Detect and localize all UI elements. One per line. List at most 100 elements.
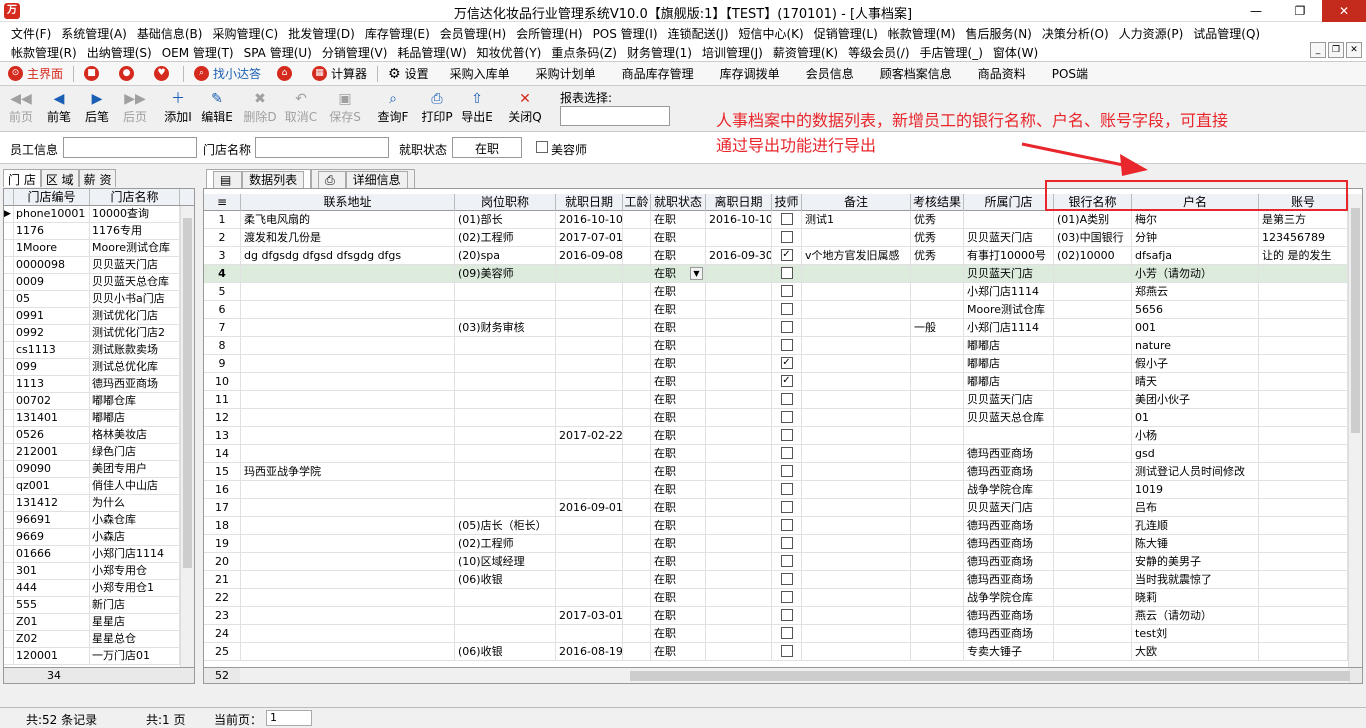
menu-item[interactable]: 连锁配送(J) (663, 23, 734, 42)
table-row[interactable]: 18 (05)店长（柜长） 在职 德玛西亚商场 孔连顺 (204, 517, 1348, 535)
employee-info-input[interactable] (63, 137, 197, 158)
technician-checkbox[interactable] (780, 519, 793, 531)
menu-item[interactable]: 帐款管理(M) (883, 23, 961, 42)
table-row[interactable]: 1 柔飞电风扇的 (01)部长 2016-10-10 在职 2016-10-10 测试1 优秀… (204, 211, 1348, 229)
table-row[interactable]: 01666 小郑门店1114 (4, 546, 194, 563)
technician-cell[interactable] (772, 535, 802, 553)
menu-item[interactable]: SPA 管理(U) (239, 42, 317, 61)
grid-horizontal-scrollbar[interactable] (240, 668, 1350, 683)
technician-checkbox[interactable] (780, 555, 793, 567)
menu-item[interactable]: 出纳管理(S) (82, 42, 157, 61)
technician-checkbox[interactable]: ✓ (780, 249, 793, 261)
table-row[interactable]: 3 dg dfgsdg dfgsd dfsgdg dfgs (20)spa 2016-… (204, 247, 1348, 265)
table-row[interactable]: 0009 贝贝蓝天总仓库 (4, 274, 194, 291)
store-list-scrollbar[interactable] (180, 206, 194, 667)
technician-checkbox[interactable] (780, 303, 793, 315)
table-row[interactable]: 8 在职 嘟嘟店 nature (204, 337, 1348, 355)
toolbar-button[interactable]: ⇧ 导出E (458, 90, 496, 130)
quick-item[interactable]: 会员信息 (793, 63, 867, 85)
table-row[interactable]: 00702 嘟嘟仓库 (4, 393, 194, 410)
grid-header-title[interactable]: 岗位职称 (455, 194, 556, 211)
table-row[interactable]: cs1113 测试账款卖场 (4, 342, 194, 359)
technician-checkbox[interactable]: ✓ (780, 375, 793, 387)
menu-item[interactable]: 采购管理(C) (207, 23, 283, 42)
technician-cell[interactable] (772, 553, 802, 571)
current-page-input[interactable]: 1 (266, 710, 312, 726)
toolbar-button[interactable]: ▣ 保存S (326, 90, 364, 130)
menu-item[interactable]: 试品管理(Q) (1188, 23, 1265, 42)
technician-checkbox[interactable] (780, 267, 793, 279)
toolbar-button[interactable]: ↶ 取消C (282, 90, 320, 130)
table-row[interactable]: 14 在职 德玛西亚商场 gsd (204, 445, 1348, 463)
technician-checkbox[interactable] (780, 627, 793, 639)
table-row[interactable]: 09090 美团专用户 (4, 461, 194, 478)
menu-item[interactable]: 批发管理(D) (283, 23, 360, 42)
table-row[interactable]: 17 2016-09-01 在职 贝贝蓝天门店 吕布 (204, 499, 1348, 517)
tab-store[interactable]: 门 店 (3, 169, 41, 187)
tab-salary[interactable]: 薪 资 (78, 169, 117, 187)
table-row[interactable]: 25 (06)收银 2016-08-19 在职 专卖大锤子 大欧 (204, 643, 1348, 661)
table-row[interactable]: 19 (02)工程师 在职 德玛西亚商场 陈大锤 (204, 535, 1348, 553)
grid-header-status[interactable]: 就职状态 (651, 194, 706, 211)
toolbar-button[interactable]: ⎙ 打印P (418, 90, 456, 130)
table-row[interactable]: 5 在职 小郑门店1114 郑燕云 (204, 283, 1348, 301)
technician-cell[interactable] (772, 589, 802, 607)
table-row[interactable]: 9669 小森店 (4, 529, 194, 546)
table-row[interactable]: Z01 星星店 (4, 614, 194, 631)
menu-item[interactable]: 等级会员(/) (843, 42, 914, 61)
table-row[interactable]: ▶ phone10001 10000查询 (4, 206, 194, 223)
table-row[interactable]: 212001 绿色门店 (4, 444, 194, 461)
grid-header-store[interactable]: 所属门店 (964, 194, 1054, 211)
home-button[interactable]: ⊙ 主界面 (0, 63, 71, 85)
technician-cell[interactable] (772, 517, 802, 535)
table-row[interactable]: 1176 1176专用 (4, 223, 194, 240)
store-name-header[interactable]: 门店名称 (90, 189, 180, 205)
toolbar-button[interactable]: ✎ 编辑E (198, 90, 236, 130)
technician-cell[interactable] (772, 625, 802, 643)
menu-item[interactable]: 库存管理(E) (360, 23, 435, 42)
technician-cell[interactable] (772, 445, 802, 463)
table-row[interactable]: 301 小郑专用仓 (4, 563, 194, 580)
gift-button[interactable]: ♥ (146, 63, 181, 85)
technician-checkbox[interactable] (780, 411, 793, 423)
technician-cell[interactable] (772, 499, 802, 517)
technician-cell[interactable] (772, 463, 802, 481)
technician-cell[interactable] (772, 643, 802, 661)
grid-header-addr[interactable]: 联系地址 (241, 194, 455, 211)
table-row[interactable]: 16 在职 战争学院仓库 1019 (204, 481, 1348, 499)
menu-item[interactable]: 重点条码(Z) (546, 42, 622, 61)
menu-item[interactable]: 帐款管理(R) (6, 42, 82, 61)
menu-item[interactable]: 决策分析(O) (1037, 23, 1114, 42)
menu-item[interactable]: 培训管理(J) (697, 42, 768, 61)
tab-data-list[interactable]: ▤ 数据列表 (206, 169, 312, 188)
mdi-close-button[interactable]: ✕ (1346, 42, 1362, 58)
menu-item[interactable]: 人力资源(P) (1114, 23, 1189, 42)
technician-cell[interactable] (772, 409, 802, 427)
technician-checkbox[interactable] (780, 591, 793, 603)
menu-item[interactable]: 知妆优普(Y) (472, 42, 547, 61)
settings-button[interactable]: ⚙ 设置 (380, 63, 437, 85)
toolbar-button[interactable]: ◀ 前笔 (40, 90, 78, 130)
quick-item[interactable]: 顾客档案信息 (867, 63, 965, 85)
restore-button[interactable]: ❐ (1278, 0, 1322, 22)
quick-item[interactable]: 商品资料 (965, 63, 1039, 85)
status-select[interactable]: 在职 (452, 137, 522, 158)
menu-item[interactable]: OEM 管理(T) (157, 42, 239, 61)
menu-item[interactable]: 分销管理(V) (317, 42, 393, 61)
table-row[interactable]: 0991 测试优化门店 (4, 308, 194, 325)
tab-detail-info[interactable]: ⎙ 详细信息 (311, 169, 415, 188)
table-row[interactable]: Z02 星星总仓 (4, 631, 194, 648)
chevron-down-icon[interactable]: ▼ (690, 267, 703, 280)
quick-item[interactable]: 商品库存管理 (609, 63, 707, 85)
table-row[interactable]: 10 在职 ✓ 嘟嘟店 晴天 (204, 373, 1348, 391)
technician-cell[interactable] (772, 229, 802, 247)
menu-item[interactable]: 窗体(W) (988, 42, 1043, 61)
table-row[interactable]: 1Moore Moore测试仓库 (4, 240, 194, 257)
technician-cell[interactable] (772, 211, 802, 229)
technician-checkbox[interactable] (780, 285, 793, 297)
menu-item[interactable]: 短信中心(K) (734, 23, 809, 42)
table-row[interactable]: 9 在职 ✓ 嘟嘟店 假小子 (204, 355, 1348, 373)
table-row[interactable]: 7 (03)财务审核 在职 一般 小郑门店1114 001 (204, 319, 1348, 337)
table-row[interactable]: 444 小郑专用仓1 (4, 580, 194, 597)
menu-item[interactable]: 基础信息(B) (132, 23, 208, 42)
